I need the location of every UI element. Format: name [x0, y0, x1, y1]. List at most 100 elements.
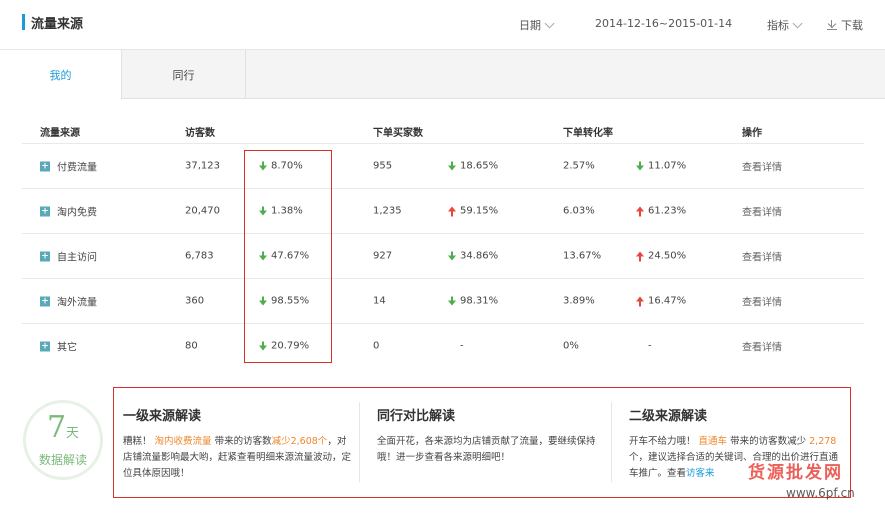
seven-day-badge: 7天 数据解读 [23, 400, 103, 480]
interp-peers-body: 全面开花，各来源均为店铺贡献了流量，要继续保持哦！进一步查看各来源明细吧！ [377, 436, 596, 463]
arrow-down-icon [448, 296, 456, 306]
arrow-down-icon [448, 161, 456, 171]
col-header-visitors: 访客数 [185, 128, 215, 139]
rate-change-cell: 61.23% [636, 206, 686, 217]
divider [611, 402, 612, 482]
metric-label: 指标 [767, 19, 789, 32]
view-details-link[interactable]: 查看详情 [742, 204, 782, 219]
buyers-change-cell: 18.65% [448, 161, 498, 172]
col-header-buyers: 下单买家数 [373, 128, 423, 139]
rate-cell: 2.57% [563, 161, 595, 172]
visitors-change-highlight [244, 150, 332, 363]
cell-value: 14 [373, 295, 386, 307]
rate-cell: 0% [563, 341, 579, 352]
cell-value: 37,123 [185, 160, 220, 172]
cell-value: 18.65% [460, 160, 499, 172]
page-header: 流量来源 日期 2014-12-16~2015-01-14 指标 下载 [0, 0, 885, 50]
cell-value: 20,470 [185, 205, 220, 217]
cell-value: 6.03% [563, 205, 595, 217]
cell-value: 24.50% [648, 250, 687, 262]
source-label: 付费流量 [57, 162, 97, 174]
visitors-cell: 6,783 [185, 251, 214, 262]
view-details-link[interactable]: 查看详情 [742, 159, 782, 174]
arrow-up-icon [636, 296, 644, 306]
tab-mine[interactable]: 我的 [0, 50, 122, 100]
tab-peers[interactable]: 同行 [122, 50, 246, 99]
expand-icon[interactable]: + [40, 206, 50, 216]
rate-cell: 3.89% [563, 296, 595, 307]
expand-icon[interactable]: + [40, 251, 50, 261]
buyers-change-cell: 98.31% [448, 296, 498, 307]
title-accent-bar [22, 14, 25, 30]
visitors-cell: 37,123 [185, 161, 220, 172]
date-label: 日期 [519, 19, 541, 32]
cell-value: 955 [373, 160, 393, 172]
view-details-link[interactable]: 查看详情 [742, 294, 782, 309]
download-label: 下载 [841, 19, 863, 32]
arrow-down-icon [636, 161, 644, 171]
cell-value: 查看详情 [742, 297, 782, 309]
col-header-rate: 下单转化率 [563, 128, 613, 139]
source-cell[interactable]: + 其它 [40, 339, 77, 354]
view-details-link[interactable]: 查看详情 [742, 249, 782, 264]
cell-value: 16.47% [648, 295, 687, 307]
cell-value: 2.57% [563, 160, 595, 172]
table-row: + 其它 80 20.79% 0-0% - 查看详情 [22, 323, 864, 368]
rate-change-cell: - [648, 341, 652, 352]
cell-value: 80 [185, 340, 198, 352]
interp-level2-title: 二级来源解读 [629, 409, 708, 424]
source-cell[interactable]: + 付费流量 [40, 159, 97, 174]
cell-value: 61.23% [648, 205, 687, 217]
expand-icon[interactable]: + [40, 341, 50, 351]
cell-value: 98.31% [460, 295, 499, 307]
col-header-action: 操作 [742, 128, 762, 139]
date-range[interactable]: 2014-12-16~2015-01-14 [595, 17, 732, 30]
buyers-cell: 0 [373, 341, 379, 352]
chevron-down-icon [792, 18, 803, 28]
cell-value: 360 [185, 295, 205, 307]
interp-level1: 一级来源解读 糟糕！ 淘内收费流量 带来的访客数减少2,608个，对店铺流量影响… [123, 405, 353, 482]
source-link[interactable]: 直通车 [699, 436, 728, 447]
visitor-link[interactable]: 访客来 [686, 468, 715, 479]
download-icon [826, 19, 838, 31]
interp-peers-title: 同行对比解读 [377, 409, 456, 424]
buyers-cell: 1,235 [373, 206, 402, 217]
download-button[interactable]: 下载 [826, 17, 863, 33]
source-link[interactable]: 淘内收费流量 [155, 436, 212, 447]
col-header-source: 流量来源 [40, 128, 80, 139]
rate-cell: 6.03% [563, 206, 595, 217]
interp-level1-title: 一级来源解读 [123, 409, 202, 424]
cell-value: 34.86% [460, 250, 499, 262]
cell-value: 查看详情 [742, 342, 782, 354]
cell-value: 11.07% [648, 160, 687, 172]
arrow-up-icon [636, 251, 644, 261]
buyers-cell: 927 [373, 251, 392, 262]
view-details-link[interactable]: 查看详情 [742, 339, 782, 354]
expand-icon[interactable]: + [40, 296, 50, 306]
badge-days-unit: 天 [66, 425, 80, 441]
arrow-up-icon [636, 206, 644, 216]
table-row: + 付费流量 37,123 8.70% 955 18.65% 2.57% 11.07% 查看详情 [22, 143, 864, 188]
cell-value: 6,783 [185, 250, 214, 262]
source-cell[interactable]: + 淘内免费 [40, 204, 97, 219]
source-label: 自主访问 [57, 252, 97, 264]
visitors-cell: 360 [185, 296, 204, 307]
cell-value: 查看详情 [742, 207, 782, 219]
cell-value: 1,235 [373, 205, 402, 217]
rate-change-cell: 16.47% [636, 296, 686, 307]
rate-cell: 13.67% [563, 251, 601, 262]
watermark-url: www.6pf.cn [786, 486, 855, 500]
table-row: + 淘外流量 360 98.55% 14 98.31% 3.89% 16.47% 查看详情 [22, 278, 864, 323]
source-cell[interactable]: + 淘外流量 [40, 294, 97, 309]
source-cell[interactable]: + 自主访问 [40, 249, 97, 264]
cell-value: 927 [373, 250, 393, 262]
buyers-cell: 955 [373, 161, 392, 172]
metric-dropdown[interactable]: 指标 [767, 17, 803, 33]
page-title: 流量来源 [31, 17, 84, 32]
expand-icon[interactable]: + [40, 161, 50, 171]
watermark-logo: 货源批发网 [748, 463, 843, 483]
cell-value: 13.67% [563, 250, 602, 262]
visitors-cell: 20,470 [185, 206, 220, 217]
buyers-change-cell: - [460, 341, 464, 352]
date-dropdown[interactable]: 日期 [519, 17, 555, 33]
